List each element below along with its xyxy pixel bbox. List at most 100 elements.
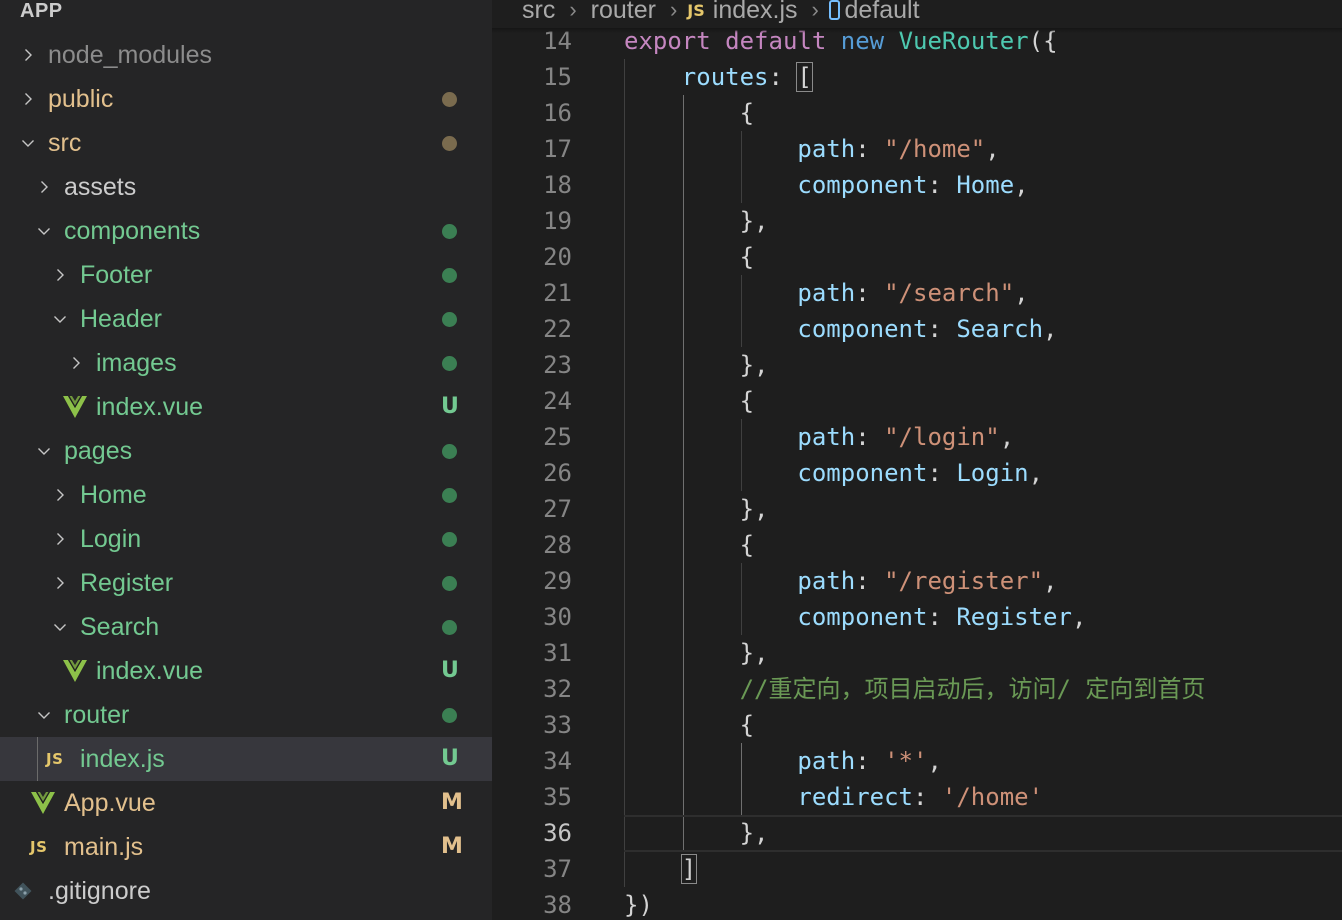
tree-folder[interactable]: Header: [0, 297, 492, 341]
code-token: {: [624, 243, 755, 271]
chevron-right-icon[interactable]: [36, 179, 52, 195]
git-status-badge: M: [441, 834, 463, 859]
code-token: ]: [680, 854, 698, 884]
tree-file[interactable]: App.vue M: [0, 781, 492, 825]
tree-folder[interactable]: assets: [0, 165, 492, 209]
code-token: },: [624, 495, 769, 523]
code-line[interactable]: 17 path: "/home",: [492, 131, 1342, 167]
tree-file[interactable]: JS index.js U: [0, 737, 492, 781]
code-line[interactable]: 25 path: "/login",: [492, 419, 1342, 455]
code-token: :: [855, 747, 885, 775]
chevron-down-icon[interactable]: [52, 311, 68, 327]
git-status-dot: [442, 444, 457, 459]
tree-folder[interactable]: Login: [0, 517, 492, 561]
tree-folder[interactable]: pages: [0, 429, 492, 473]
tree-file[interactable]: index.vue U: [0, 649, 492, 693]
breadcrumb-item-router[interactable]: router: [591, 0, 656, 25]
breadcrumb-item-symbol[interactable]: default: [844, 0, 919, 25]
chevron-down-icon[interactable]: [52, 619, 68, 635]
code-line[interactable]: 38}): [492, 887, 1342, 920]
chevron-right-icon[interactable]: [52, 531, 68, 547]
chevron-right-icon[interactable]: [68, 355, 84, 371]
chevron-down-icon[interactable]: [36, 707, 52, 723]
chevron-right-icon: ›: [811, 0, 819, 22]
tree-file[interactable]: .gitignore: [0, 869, 492, 913]
code-line[interactable]: 36 },: [492, 815, 1342, 852]
git-file-icon: [12, 879, 34, 903]
tree-folder[interactable]: images: [0, 341, 492, 385]
code-text: },: [624, 203, 769, 239]
tree-item-label: Footer: [80, 261, 153, 289]
tree-folder[interactable]: public: [0, 77, 492, 121]
breadcrumb-item-src[interactable]: src: [522, 0, 555, 25]
tree-item-label: Header: [80, 305, 162, 333]
chevron-right-icon[interactable]: [20, 47, 36, 63]
tree-item-label: pages: [64, 437, 133, 465]
code-line[interactable]: 20 {: [492, 239, 1342, 275]
code-line[interactable]: 21 path: "/search",: [492, 275, 1342, 311]
breadcrumb-item-file[interactable]: index.js: [713, 0, 798, 25]
tree-item-label: index.vue: [96, 657, 204, 685]
code-line[interactable]: 23 },: [492, 347, 1342, 383]
code-line[interactable]: 22 component: Search,: [492, 311, 1342, 347]
code-line[interactable]: 24 {: [492, 383, 1342, 419]
tree-folder[interactable]: components: [0, 209, 492, 253]
code-line[interactable]: 15 routes: [: [492, 59, 1342, 95]
tree-folder[interactable]: router: [0, 693, 492, 737]
code-text: routes: [: [624, 59, 813, 95]
code-line[interactable]: 32 //重定向，项目启动后，访问/ 定向到首页: [492, 671, 1342, 707]
code-token: :: [927, 603, 957, 631]
chevron-down-icon[interactable]: [20, 135, 36, 151]
git-status-dot: [442, 488, 457, 503]
tree-folder[interactable]: Footer: [0, 253, 492, 297]
code-token: component: [797, 603, 928, 631]
code-line[interactable]: 26 component: Login,: [492, 455, 1342, 491]
chevron-down-icon[interactable]: [36, 223, 52, 239]
chevron-right-icon[interactable]: [52, 575, 68, 591]
git-status-dot: [442, 136, 457, 151]
code-token: [: [796, 62, 813, 92]
chevron-right-icon[interactable]: [52, 267, 68, 283]
code-token: path: [797, 279, 856, 307]
code-text: },: [624, 491, 769, 527]
explorer-header[interactable]: APP: [20, 0, 63, 25]
code-token: ,: [999, 423, 1015, 451]
chevron-down-icon[interactable]: [36, 443, 52, 459]
code-line[interactable]: 29 path: "/register",: [492, 563, 1342, 599]
code-line[interactable]: 16 {: [492, 95, 1342, 131]
code-line[interactable]: 34 path: '*',: [492, 743, 1342, 779]
code-line[interactable]: 30 component: Register,: [492, 599, 1342, 635]
code-line[interactable]: 33 {: [492, 707, 1342, 743]
line-number: 18: [543, 171, 572, 199]
tree-file[interactable]: index.vue U: [0, 385, 492, 429]
tree-file[interactable]: JS main.js M: [0, 825, 492, 869]
chevron-right-icon[interactable]: [20, 91, 36, 107]
code-line[interactable]: 31 },: [492, 635, 1342, 671]
code-text: },: [624, 635, 769, 671]
tree-folder[interactable]: src: [0, 121, 492, 165]
code-line[interactable]: 18 component: Home,: [492, 167, 1342, 203]
js-file-icon: JS: [687, 0, 705, 20]
code-line[interactable]: 19 },: [492, 203, 1342, 239]
chevron-right-icon[interactable]: [52, 487, 68, 503]
tree-folder[interactable]: node_modules: [0, 33, 492, 77]
code-line[interactable]: 35 redirect: '/home': [492, 779, 1342, 815]
chevron-right-icon: ›: [669, 0, 678, 22]
git-status-dot: [442, 576, 457, 591]
code-token: path: [797, 423, 856, 451]
tree-folder[interactable]: Home: [0, 473, 492, 517]
code-token: path: [797, 747, 856, 775]
tree-folder[interactable]: Search: [0, 605, 492, 649]
code-line[interactable]: 37 ]: [492, 851, 1342, 887]
tree-folder[interactable]: Register: [0, 561, 492, 605]
code-line[interactable]: 28 {: [492, 527, 1342, 563]
code-editor[interactable]: 14 export default new VueRouter({15 route…: [492, 0, 1342, 920]
code-token: //重定向，项目启动后，访问/ 定向到首页: [739, 675, 1206, 703]
code-line[interactable]: 27 },: [492, 491, 1342, 527]
code-token: component: [797, 171, 928, 199]
